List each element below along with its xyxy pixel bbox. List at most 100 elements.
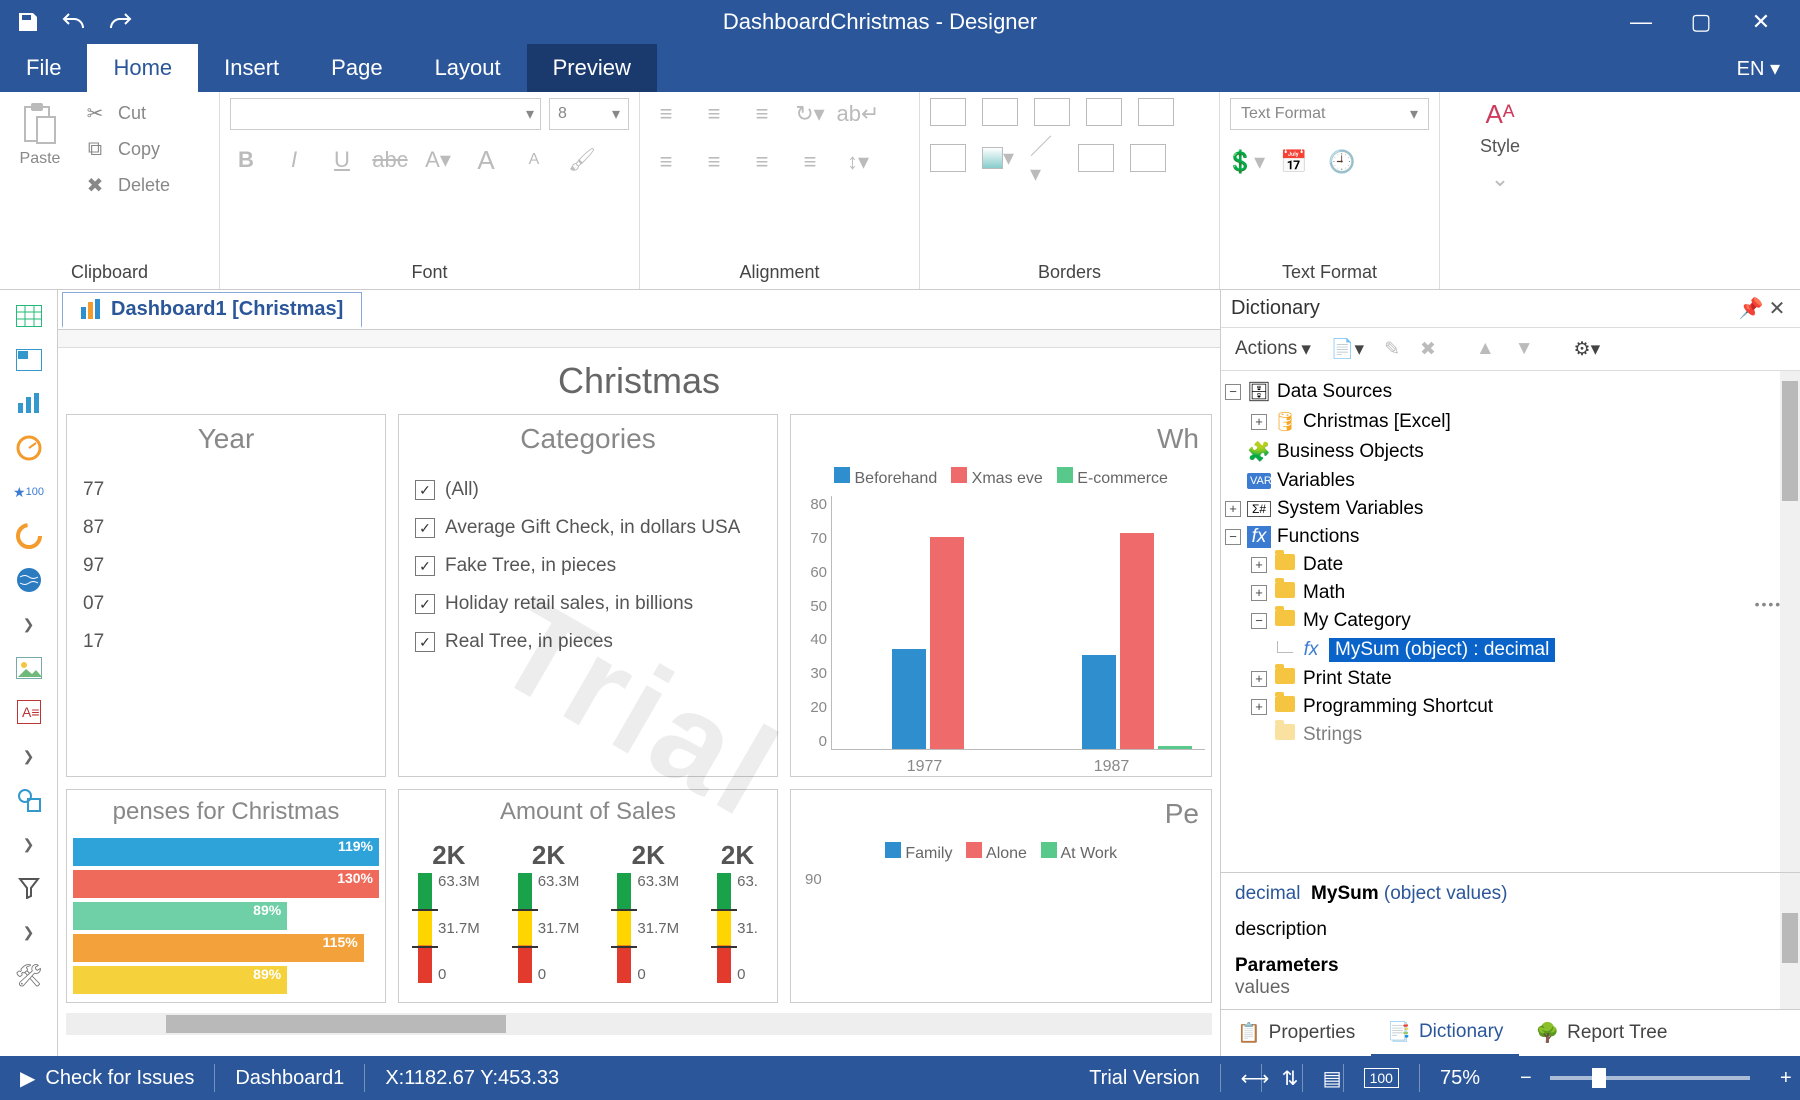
font-size-dropdown[interactable]: 8▾ xyxy=(549,98,629,130)
edit-button[interactable]: ✎ xyxy=(1378,335,1406,364)
grow-font-button[interactable]: A xyxy=(470,144,502,176)
rail-chart-icon[interactable] xyxy=(9,384,49,424)
fit-height-icon[interactable]: ⇅ xyxy=(1262,1056,1302,1100)
strikethrough-button[interactable]: abc xyxy=(374,144,406,176)
rail-text-icon[interactable]: A≡ xyxy=(9,692,49,732)
zoom-value[interactable]: 75% xyxy=(1420,1056,1500,1100)
category-row[interactable]: ✓Fake Tree, in pieces xyxy=(415,547,761,585)
expand-icon[interactable]: + xyxy=(1251,414,1267,430)
paste-button[interactable]: Paste xyxy=(10,98,70,172)
align-left-button[interactable]: ≡ xyxy=(650,146,682,178)
rail-indicator-icon[interactable]: ★100 xyxy=(9,472,49,512)
menu-file[interactable]: File xyxy=(0,44,87,92)
menu-layout[interactable]: Layout xyxy=(409,44,527,92)
border-preset-button[interactable] xyxy=(1078,144,1114,172)
align-center-button[interactable]: ≡ xyxy=(698,146,730,178)
tree-vscrollbar[interactable] xyxy=(1780,371,1800,872)
language-dropdown[interactable]: EN ▾ xyxy=(1717,44,1800,92)
unit-indicator[interactable]: 100 xyxy=(1344,1056,1419,1100)
desc-vscrollbar[interactable] xyxy=(1780,873,1800,1009)
year-card[interactable]: Year 7787970717 xyxy=(66,414,386,777)
pin-icon[interactable]: 📌 xyxy=(1738,296,1764,321)
line-spacing-button[interactable]: ↕▾ xyxy=(842,146,874,178)
rail-settings-icon[interactable]: 🛠 xyxy=(9,956,49,996)
year-row[interactable]: 07 xyxy=(83,585,369,623)
currency-button[interactable]: 💲▾ xyxy=(1230,146,1262,178)
align-middle-button[interactable]: ≡ xyxy=(698,98,730,130)
year-row[interactable]: 97 xyxy=(83,547,369,585)
menu-page[interactable]: Page xyxy=(305,44,408,92)
rail-map-icon[interactable] xyxy=(9,560,49,600)
page-view-icon[interactable]: ▤ xyxy=(1303,1056,1343,1100)
align-right-button[interactable]: ≡ xyxy=(746,146,778,178)
canvas-tab[interactable]: Dashboard1 [Christmas] xyxy=(62,292,362,328)
expand-icon[interactable]: + xyxy=(1251,671,1267,687)
category-row[interactable]: ✓Real Tree, in pieces xyxy=(415,623,761,661)
border-grid-button[interactable] xyxy=(1138,98,1174,126)
menu-preview[interactable]: Preview xyxy=(527,44,657,92)
text-format-dropdown[interactable]: Text Format▾ xyxy=(1230,98,1429,130)
categories-card[interactable]: Categories ✓(All)✓Average Gift Check, in… xyxy=(398,414,778,777)
checkbox-icon[interactable]: ✓ xyxy=(415,518,435,538)
rail-expand-4[interactable]: ❯ xyxy=(9,912,49,952)
expand-icon[interactable]: + xyxy=(1251,557,1267,573)
new-item-dropdown[interactable]: 📄▾ xyxy=(1325,334,1370,364)
style-expand-button[interactable]: ⌄ xyxy=(1484,163,1516,195)
year-row[interactable]: 17 xyxy=(83,623,369,661)
checkbox-icon[interactable]: ✓ xyxy=(415,556,435,576)
category-row[interactable]: ✓(All) xyxy=(415,471,761,509)
bold-button[interactable]: B xyxy=(230,144,262,176)
zoom-out-button[interactable]: − xyxy=(1500,1056,1540,1100)
dictionary-tree[interactable]: −🗄Data Sources +🛢Christmas [Excel] 🧩Busi… xyxy=(1221,371,1800,872)
border-inside-button[interactable] xyxy=(1086,98,1122,126)
align-bottom-button[interactable]: ≡ xyxy=(746,98,778,130)
shading-dropdown[interactable]: ▾ xyxy=(982,142,1014,174)
date-button[interactable]: 🕘 xyxy=(1326,146,1358,178)
font-color-button[interactable]: A▾ xyxy=(422,144,454,176)
tree-item-mysum[interactable]: MySum (object) : decimal xyxy=(1329,638,1555,662)
when-chart-card[interactable]: Wh Beforehand Xmas eve E-commerce 807060… xyxy=(790,414,1212,777)
cut-button[interactable]: ✂Cut xyxy=(80,98,172,129)
expand-icon[interactable]: + xyxy=(1251,699,1267,715)
maximize-button[interactable]: ▢ xyxy=(1686,7,1716,37)
expand-icon[interactable]: + xyxy=(1225,501,1241,517)
rail-expand-3[interactable]: ❯ xyxy=(9,824,49,864)
minimize-button[interactable]: — xyxy=(1626,7,1656,37)
tab-properties[interactable]: 📋Properties xyxy=(1221,1010,1371,1056)
panel-close-icon[interactable]: ✕ xyxy=(1764,296,1790,321)
actions-dropdown[interactable]: Actions▾ xyxy=(1229,335,1317,364)
rail-gauge-icon[interactable] xyxy=(9,428,49,468)
rail-table-icon[interactable] xyxy=(9,296,49,336)
align-top-button[interactable]: ≡ xyxy=(650,98,682,130)
rail-expand-2[interactable]: ❯ xyxy=(9,736,49,776)
fit-width-icon[interactable]: ⟷ xyxy=(1221,1056,1261,1100)
checkbox-icon[interactable]: ✓ xyxy=(415,594,435,614)
fill-color-button[interactable] xyxy=(930,144,966,172)
collapse-icon[interactable]: − xyxy=(1251,613,1267,629)
move-up-button[interactable]: ▲ xyxy=(1470,335,1501,363)
settings-dropdown[interactable]: ⚙▾ xyxy=(1568,335,1607,364)
rail-image-icon[interactable] xyxy=(9,648,49,688)
tab-dictionary[interactable]: 📑Dictionary xyxy=(1371,1010,1519,1056)
rotate-button[interactable]: ↻▾ xyxy=(794,98,826,130)
year-row[interactable]: 77 xyxy=(83,471,369,509)
border-outside-button[interactable] xyxy=(1034,98,1070,126)
save-icon[interactable] xyxy=(14,8,42,36)
underline-button[interactable]: U xyxy=(326,144,358,176)
people-card[interactable]: Pe Family Alone At Work 90 xyxy=(790,789,1212,1003)
move-down-button[interactable]: ▼ xyxy=(1509,335,1540,363)
checkbox-icon[interactable]: ✓ xyxy=(415,632,435,652)
collapse-icon[interactable]: − xyxy=(1225,384,1241,400)
rail-pivot-icon[interactable] xyxy=(9,340,49,380)
border-all-button[interactable] xyxy=(930,98,966,126)
expenses-card[interactable]: penses for Christmas 119%130%89%115%89% xyxy=(66,789,386,1003)
copy-button[interactable]: ⧉Copy xyxy=(80,135,172,164)
category-row[interactable]: ✓Average Gift Check, in dollars USA xyxy=(415,509,761,547)
check-issues-button[interactable]: ▶Check for Issues xyxy=(0,1056,214,1100)
menu-insert[interactable]: Insert xyxy=(198,44,305,92)
align-justify-button[interactable]: ≡ xyxy=(794,146,826,178)
font-family-dropdown[interactable]: ▾ xyxy=(230,98,541,130)
category-row[interactable]: ✓Holiday retail sales, in billions xyxy=(415,585,761,623)
menu-home[interactable]: Home xyxy=(87,44,198,92)
canvas-hscrollbar[interactable] xyxy=(66,1013,1212,1035)
